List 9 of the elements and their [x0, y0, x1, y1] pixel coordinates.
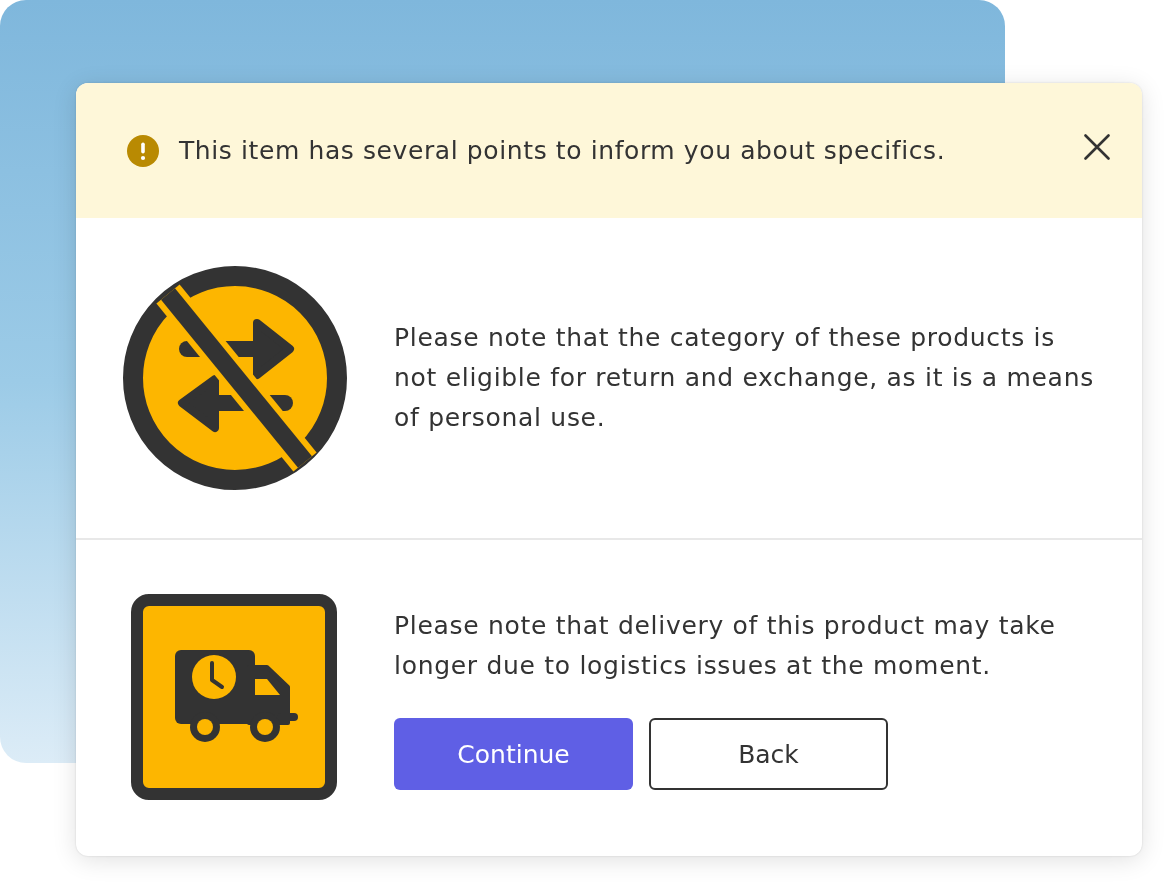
banner-message: This item has several points to inform you about specifics.: [179, 136, 947, 165]
truck-clock-icon: [131, 594, 337, 800]
close-icon: [1084, 133, 1110, 160]
back-button[interactable]: Back: [649, 718, 888, 790]
notice-text: Please note that the category of these products is not eligible for return and exchange, as it is a means of personal use.: [394, 322, 1094, 434]
continue-button[interactable]: Continue: [394, 718, 633, 790]
no-exchange-icon: [123, 266, 347, 490]
notice-text: Please note that delivery of this product may take longer due to logistics issues at the moment.: [394, 610, 1057, 682]
warning-icon: [127, 134, 159, 167]
